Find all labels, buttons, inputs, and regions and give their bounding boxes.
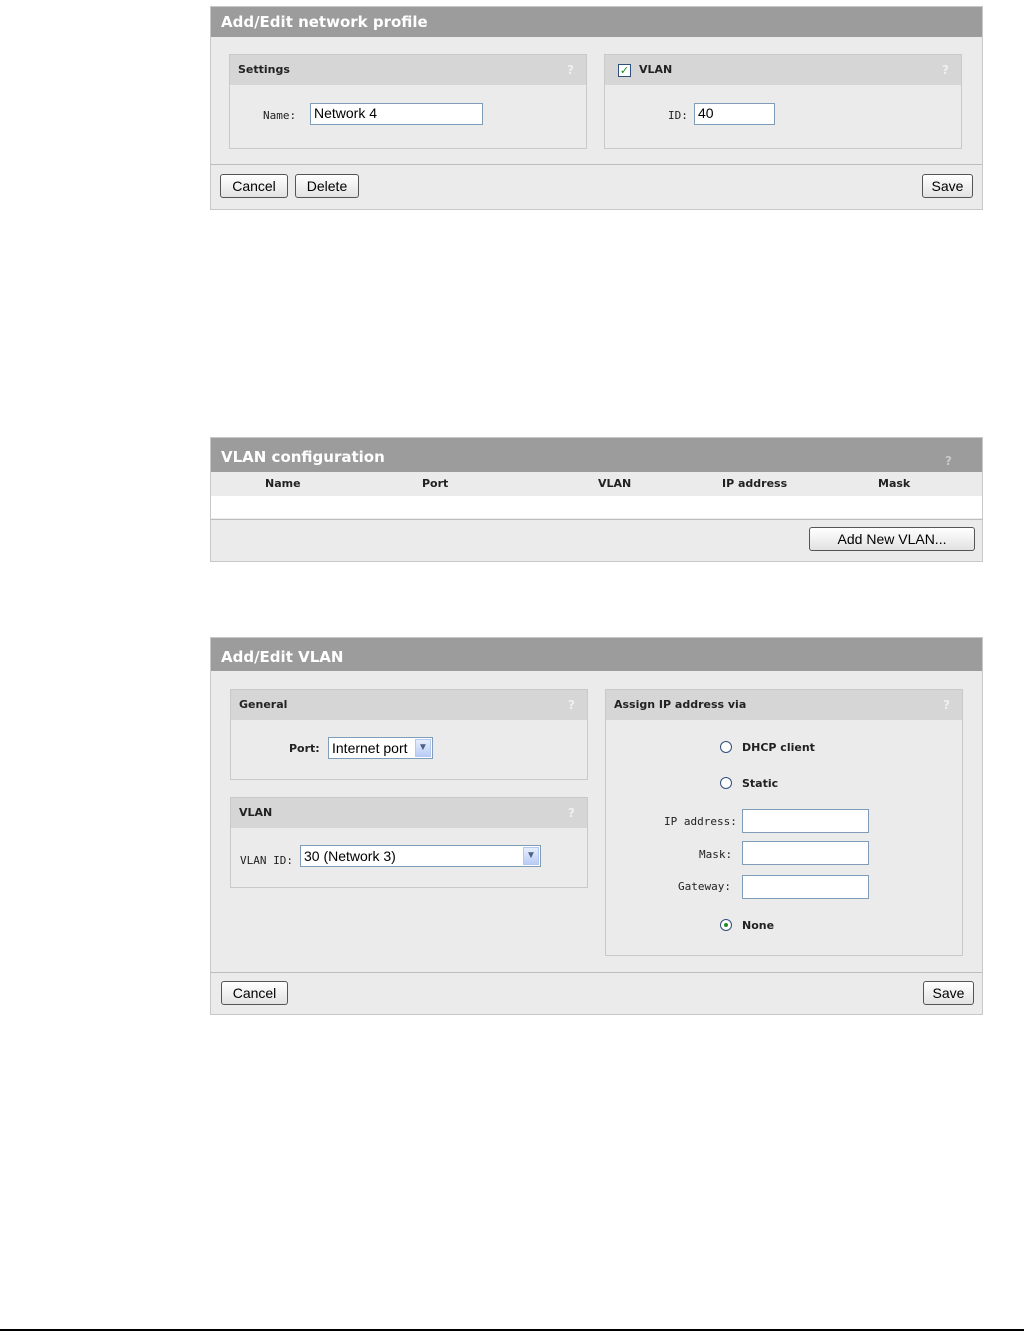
- panel-title: Add/Edit VLAN: [211, 638, 982, 671]
- mask-label: Mask:: [699, 848, 733, 861]
- name-input[interactable]: Network 4: [310, 103, 483, 125]
- add-new-vlan-button[interactable]: Add New VLAN...: [809, 527, 975, 551]
- assign-ip-header: Assign IP address via ?: [606, 690, 962, 720]
- checkmark-icon: ✓: [619, 64, 630, 77]
- chevron-down-icon[interactable]: ▼: [415, 739, 431, 757]
- gateway-input[interactable]: [742, 875, 869, 899]
- edit-vlan-panel: Add/Edit VLAN General ? Port: Internet p…: [210, 637, 983, 1015]
- save-button[interactable]: Save: [922, 174, 973, 198]
- panel-title-label: VLAN configuration: [221, 448, 385, 466]
- vlan-header: VLAN ?: [231, 798, 587, 828]
- vlan-box: ✓ VLAN ? ID: 40: [604, 54, 962, 149]
- column-header-port[interactable]: Port: [422, 477, 448, 490]
- mask-input[interactable]: [742, 841, 869, 865]
- settings-header-label: Settings: [238, 63, 290, 76]
- network-profile-panel: Add/Edit network profile Settings ? Name…: [210, 6, 983, 210]
- static-radio[interactable]: [720, 777, 732, 789]
- cancel-button[interactable]: Cancel: [221, 981, 288, 1005]
- dhcp-client-label: DHCP client: [742, 741, 815, 754]
- help-icon[interactable]: ?: [568, 798, 575, 828]
- ip-address-label: IP address:: [664, 815, 737, 828]
- column-header-name[interactable]: Name: [265, 477, 301, 490]
- settings-box: Settings ? Name: Network 4: [229, 54, 587, 149]
- vlan-header-label: VLAN: [639, 63, 673, 76]
- cancel-button[interactable]: Cancel: [220, 174, 288, 198]
- general-header: General ?: [231, 690, 587, 720]
- column-header-vlan[interactable]: VLAN: [598, 477, 631, 490]
- column-header-mask[interactable]: Mask: [878, 477, 910, 490]
- chevron-down-icon[interactable]: ▼: [523, 847, 539, 865]
- assign-ip-header-label: Assign IP address via: [614, 698, 747, 711]
- panel-title: VLAN configuration ?: [211, 438, 982, 472]
- none-radio[interactable]: [720, 919, 732, 931]
- help-icon[interactable]: ?: [568, 690, 575, 720]
- vlan-header-label: VLAN: [239, 806, 273, 819]
- general-header-label: General: [239, 698, 288, 711]
- none-label: None: [742, 919, 775, 932]
- vlan-id-label: ID:: [668, 109, 688, 122]
- page-bottom-rule: [0, 1329, 1024, 1331]
- port-label: Port:: [289, 742, 320, 755]
- assign-ip-box: Assign IP address via ? DHCP client Stat…: [605, 689, 963, 956]
- column-header-ip-address[interactable]: IP address: [722, 477, 787, 490]
- name-label: Name:: [263, 109, 297, 122]
- table-body: [211, 496, 982, 518]
- delete-button[interactable]: Delete: [295, 174, 359, 198]
- help-icon[interactable]: ?: [942, 55, 949, 85]
- port-select[interactable]: Internet port ▼: [328, 737, 433, 759]
- gateway-label: Gateway:: [678, 880, 731, 893]
- general-box: General ? Port: Internet port ▼: [230, 689, 588, 780]
- settings-header: Settings ?: [230, 55, 586, 85]
- panel-footer: [211, 972, 982, 1013]
- ip-address-input[interactable]: [742, 809, 869, 833]
- table-header-row: Name Port VLAN IP address Mask: [211, 472, 982, 496]
- vlan-header: ✓ VLAN ?: [605, 55, 961, 85]
- vlan-configuration-panel: VLAN configuration ? Name Port VLAN IP a…: [210, 437, 983, 562]
- static-label: Static: [742, 777, 779, 790]
- vlan-id-select[interactable]: 30 (Network 3) ▼: [300, 845, 541, 867]
- vlan-id-input[interactable]: 40: [694, 103, 775, 125]
- panel-title: Add/Edit network profile: [211, 7, 982, 37]
- port-select-value: Internet port: [332, 740, 408, 756]
- vlan-id-label: VLAN ID:: [240, 854, 293, 867]
- vlan-box: VLAN ? VLAN ID: 30 (Network 3) ▼: [230, 797, 588, 888]
- vlan-id-select-value: 30 (Network 3): [304, 848, 396, 864]
- save-button[interactable]: Save: [923, 981, 974, 1005]
- help-icon[interactable]: ?: [567, 55, 574, 85]
- help-icon[interactable]: ?: [943, 690, 950, 720]
- vlan-checkbox[interactable]: ✓: [618, 64, 631, 77]
- dhcp-client-radio[interactable]: [720, 741, 732, 753]
